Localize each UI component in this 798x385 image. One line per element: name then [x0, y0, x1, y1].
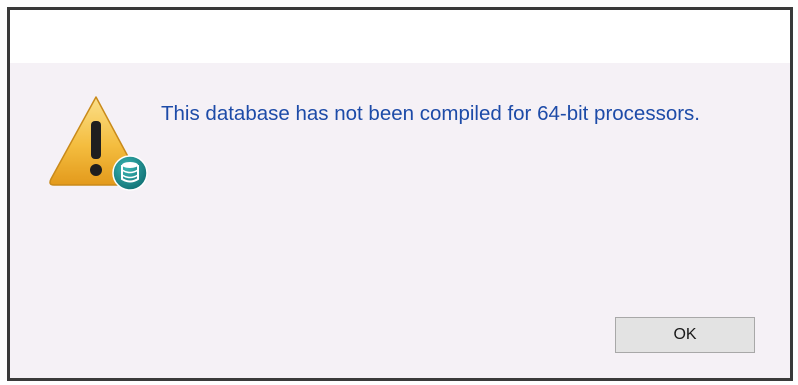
ok-button[interactable]: OK	[615, 317, 755, 353]
warning-icon-graphic	[49, 96, 148, 191]
dialog-title-bar	[10, 10, 790, 63]
database-icon	[112, 155, 148, 191]
dialog-message: This database has not been compiled for …	[161, 102, 700, 125]
warning-icon	[44, 93, 154, 193]
dialog-content: This database has not been compiled for …	[10, 63, 790, 378]
message-dialog: This database has not been compiled for …	[7, 7, 793, 381]
